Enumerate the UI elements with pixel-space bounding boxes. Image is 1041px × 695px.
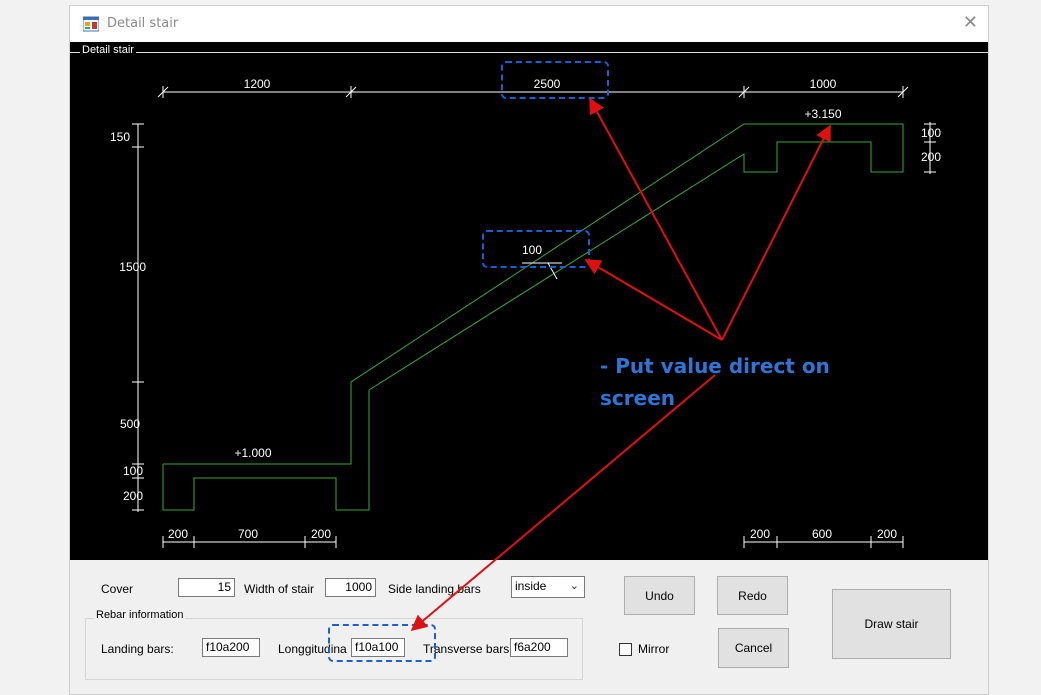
annotation-line-2: screen (600, 386, 675, 410)
annotation-text: - Put value direct on screen (600, 350, 830, 414)
annotation-arrows (410, 97, 831, 632)
annotation-line-1: - Put value direct on (600, 354, 830, 378)
